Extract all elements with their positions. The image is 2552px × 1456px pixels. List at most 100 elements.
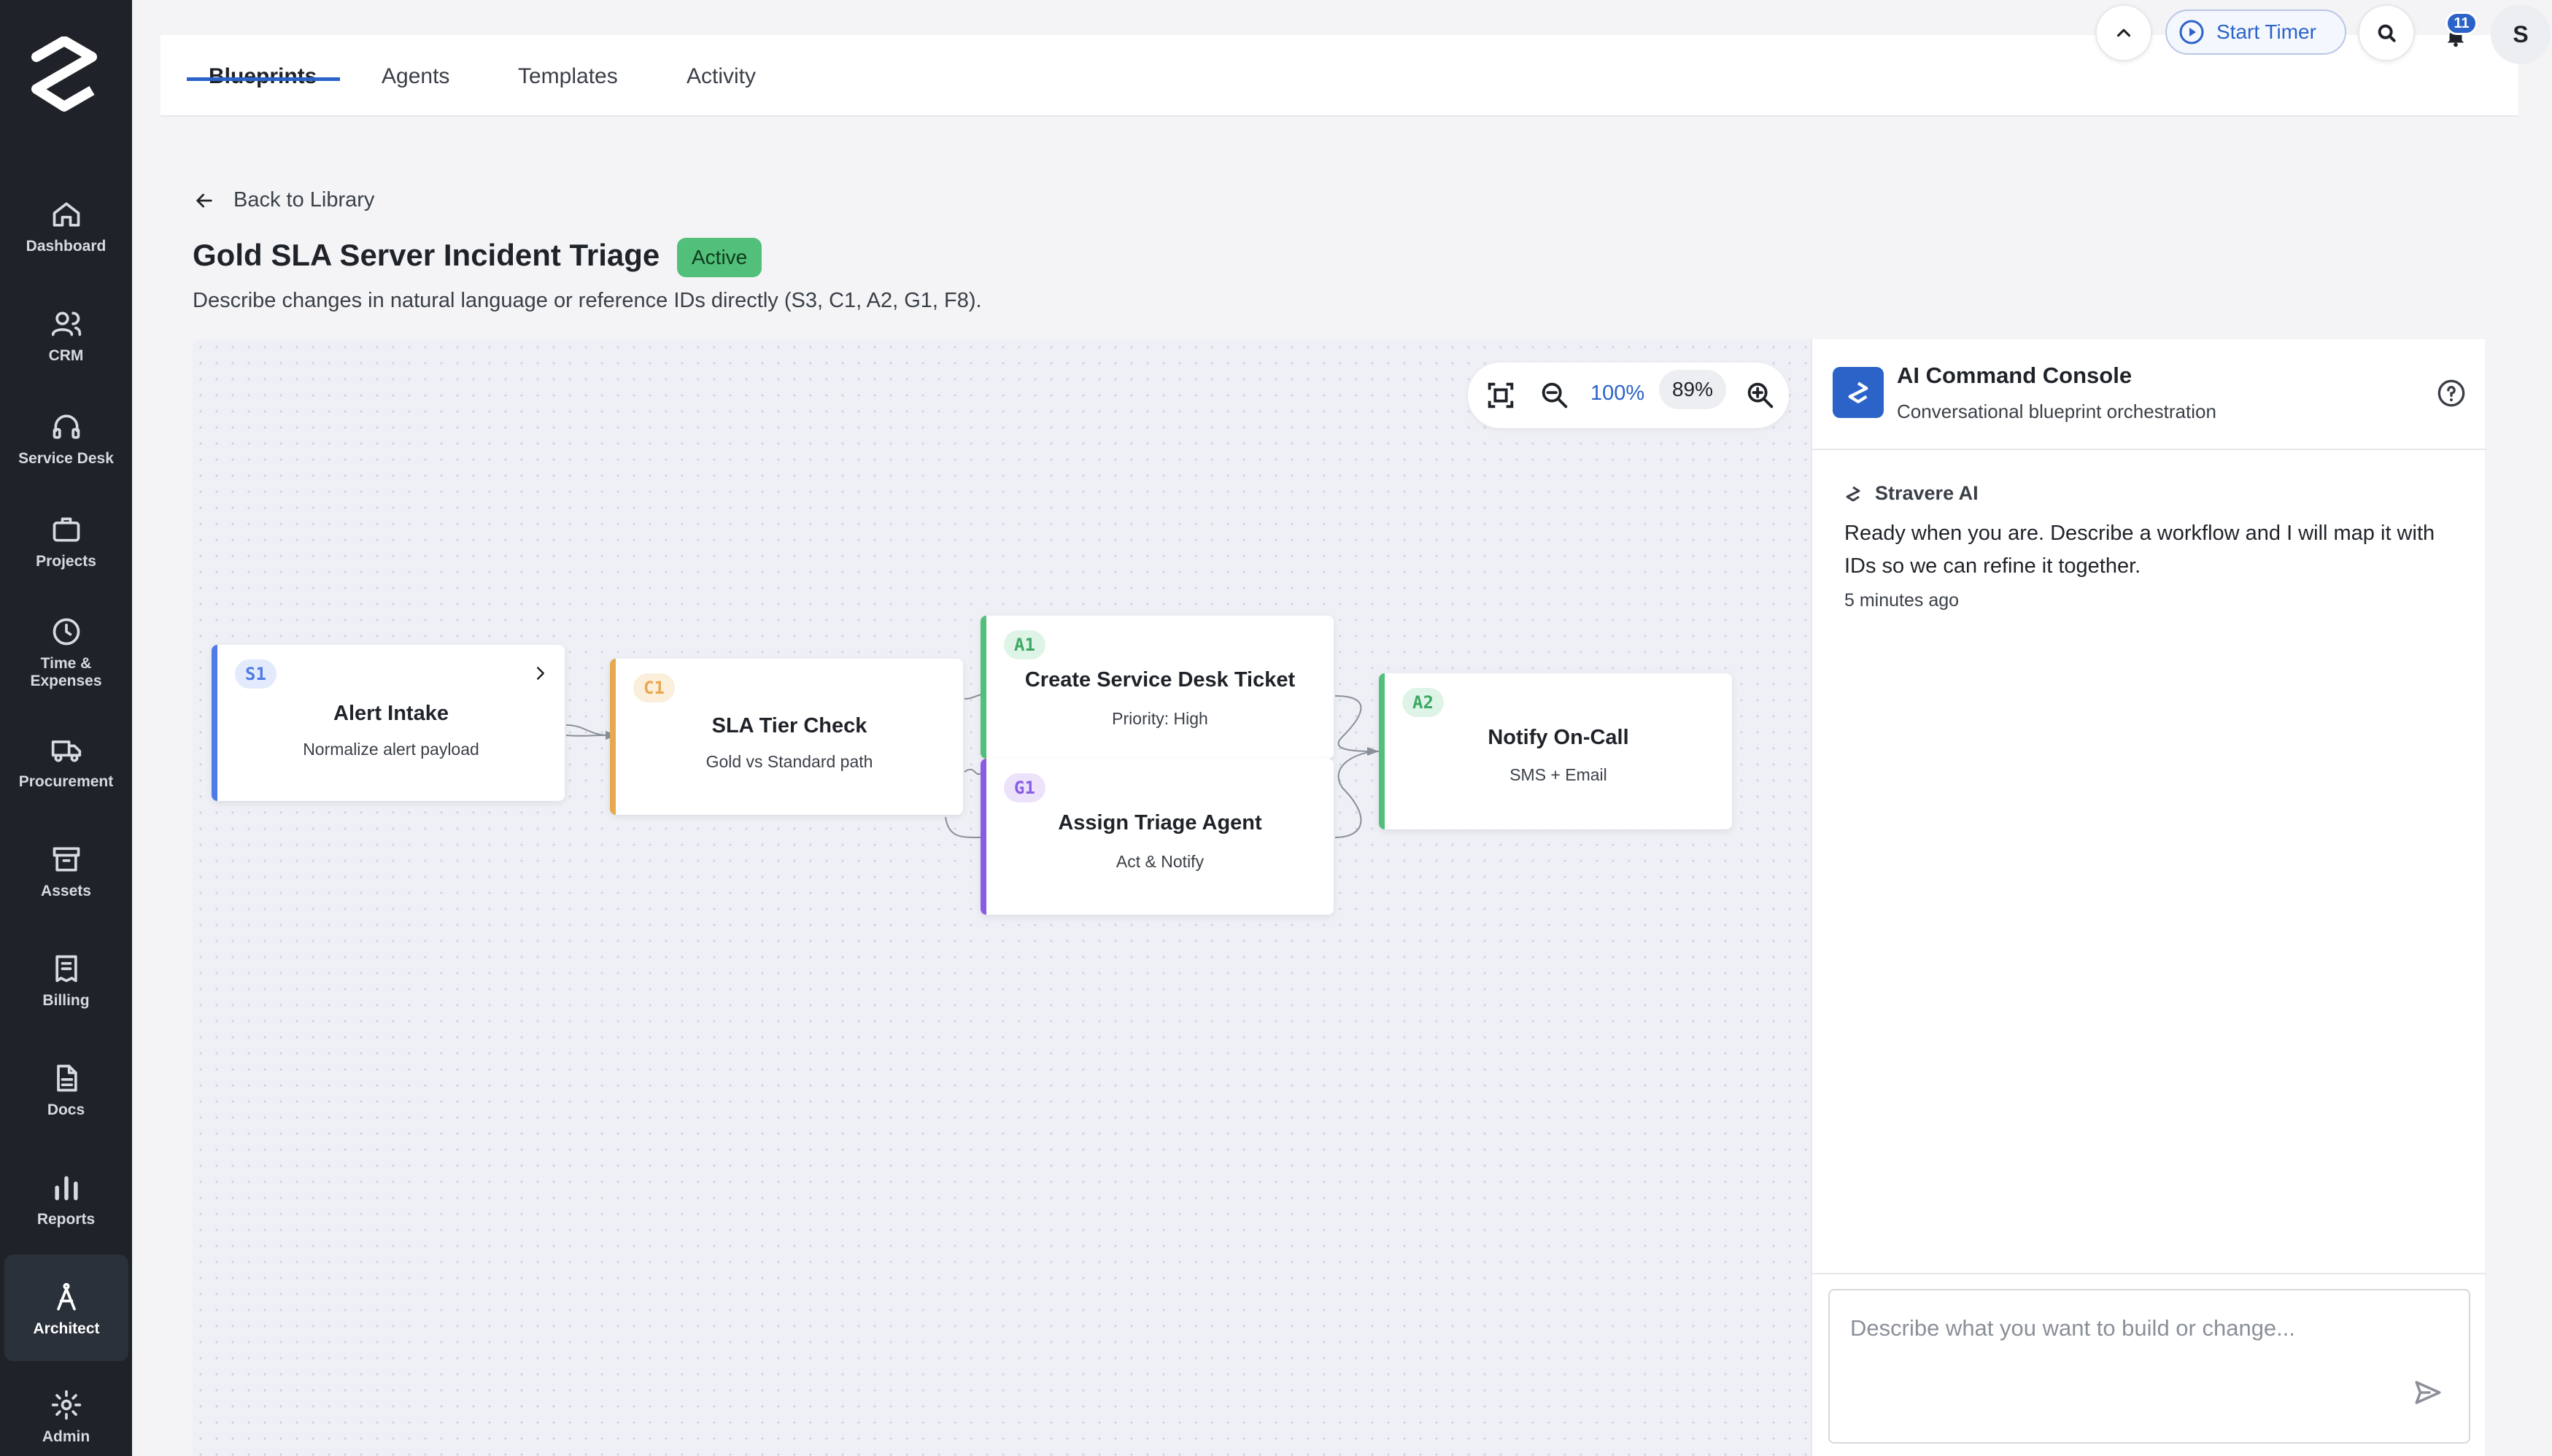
workflow-node[interactable]: G1 Assign Triage Agent Act & Notify	[981, 759, 1334, 915]
sidebar-item-label: Service Desk	[18, 450, 114, 467]
zoom-level: 100%	[1590, 382, 1645, 405]
ai-command-console: AI Command Console Conversational bluepr…	[1811, 339, 2486, 1456]
sidebar-item-label: Time & Expenses	[30, 655, 102, 689]
status-badge: Active	[677, 238, 762, 277]
send-button[interactable]	[2406, 1371, 2450, 1414]
sidebar-item-procurement[interactable]: Procurement	[0, 734, 132, 843]
start-timer-button[interactable]: Start Timer	[2165, 9, 2346, 55]
app-logo-icon[interactable]	[28, 36, 101, 112]
sidebar-item-label: Admin	[42, 1428, 90, 1445]
back-link-label: Back to Library	[233, 188, 375, 212]
message-timestamp: 5 minutes ago	[1844, 590, 1960, 611]
page-title: Gold SLA Server Incident Triage	[193, 238, 660, 272]
sidebar-item-docs[interactable]: Docs	[0, 1062, 132, 1172]
node-subtitle: Priority: High	[1112, 709, 1208, 728]
tab-agents[interactable]: Agents	[382, 64, 449, 89]
play-circle-icon	[2179, 20, 2204, 44]
workflow-node[interactable]: A1 Create Service Desk Ticket Priority: …	[981, 616, 1334, 759]
sidebar: Dashboard CRM Service Desk Projects Time…	[0, 0, 132, 1456]
home-icon	[53, 202, 80, 227]
prompt-input[interactable]	[1850, 1315, 2405, 1359]
arrow-left-icon	[196, 193, 212, 207]
tab-activity[interactable]: Activity	[687, 64, 756, 89]
node-id-badge: G1	[1004, 773, 1045, 802]
gear-icon	[51, 1390, 81, 1420]
notification-count-badge: 11	[2445, 12, 2478, 35]
page-subtitle: Describe changes in natural language or …	[193, 289, 982, 312]
compass-icon	[57, 1282, 76, 1311]
console-logo-icon	[1833, 367, 1884, 418]
chevron-right-icon[interactable]	[530, 662, 552, 684]
message-text: Ready when you are. Describe a workflow …	[1844, 522, 2435, 578]
node-title: Assign Triage Agent	[1058, 811, 1262, 835]
back-to-library-link[interactable]: Back to Library	[193, 188, 374, 212]
fit-to-screen-icon[interactable]	[1484, 379, 1517, 412]
node-title: Create Service Desk Ticket	[1024, 668, 1296, 692]
document-icon	[56, 1064, 77, 1092]
active-tab-indicator	[187, 77, 340, 81]
tab-bar: Blueprints Agents Templates Activity	[161, 35, 2518, 117]
node-title: Notify On-Call	[1488, 726, 1629, 749]
sidebar-item-crm[interactable]: CRM	[0, 308, 132, 417]
chevron-up-icon	[2116, 28, 2131, 37]
node-subtitle: SMS + Email	[1509, 765, 1607, 784]
start-timer-label: Start Timer	[2216, 20, 2316, 43]
message-composer	[1828, 1289, 2470, 1444]
sidebar-item-label: Projects	[36, 553, 96, 570]
search-icon	[2378, 24, 2396, 42]
stravere-logo-icon	[1846, 486, 1860, 501]
sidebar-item-label: Architect	[33, 1320, 100, 1337]
zoom-in-icon[interactable]	[1744, 379, 1777, 412]
node-subtitle: Normalize alert payload	[303, 740, 479, 759]
console-header: AI Command Console Conversational bluepr…	[1812, 339, 2486, 450]
sidebar-item-label: Billing	[42, 992, 90, 1009]
node-title: SLA Tier Check	[711, 714, 867, 737]
sidebar-item-label: Assets	[41, 883, 91, 899]
zoom-out-icon[interactable]	[1538, 379, 1571, 412]
avatar[interactable]: S	[2491, 4, 2551, 64]
bar-chart-icon	[54, 1176, 78, 1201]
sidebar-item-label: Docs	[47, 1101, 85, 1118]
composer-divider	[1812, 1273, 2486, 1274]
tab-blueprints[interactable]: Blueprints	[209, 64, 317, 89]
console-subtitle: Conversational blueprint orchestration	[1897, 400, 2216, 422]
sidebar-item-architect[interactable]: Architect	[4, 1255, 128, 1361]
node-title: Alert Intake	[333, 702, 449, 725]
sidebar-item-label: Dashboard	[26, 238, 107, 255]
node-id-badge: A1	[1004, 630, 1045, 659]
sidebar-item-assets[interactable]: Assets	[0, 843, 132, 953]
node-subtitle: Act & Notify	[1115, 852, 1205, 871]
workflow-node[interactable]: A2 Notify On-Call SMS + Email	[1379, 673, 1732, 829]
sidebar-item-admin[interactable]: Admin	[0, 1389, 132, 1456]
users-icon	[51, 311, 81, 336]
tab-templates[interactable]: Templates	[518, 64, 618, 89]
sidebar-item-label: CRM	[48, 347, 84, 364]
sidebar-item-billing[interactable]: Billing	[0, 953, 132, 1062]
help-icon[interactable]	[2437, 379, 2466, 408]
headset-icon	[53, 414, 80, 439]
truck-icon	[51, 740, 81, 762]
workflow-node[interactable]: C1 SLA Tier Check Gold vs Standard path	[610, 659, 963, 815]
sidebar-item-time-expenses[interactable]: Time & Expenses	[0, 616, 132, 725]
collapse-button[interactable]	[2095, 4, 2152, 61]
sidebar-item-projects[interactable]: Projects	[0, 514, 132, 623]
archive-icon	[53, 847, 80, 872]
briefcase-icon	[53, 517, 80, 542]
send-icon	[2415, 1381, 2441, 1404]
sidebar-item-service-desk[interactable]: Service Desk	[0, 411, 132, 520]
console-title: AI Command Console	[1897, 363, 2133, 388]
sidebar-item-dashboard[interactable]: Dashboard	[0, 198, 132, 308]
node-id-badge: C1	[633, 673, 675, 702]
node-subtitle: Gold vs Standard path	[705, 752, 873, 771]
sidebar-item-label: Procurement	[18, 773, 114, 790]
node-id-badge: S1	[235, 659, 277, 689]
zoom-controls: 100% 89%	[1468, 363, 1789, 428]
zoom-percentage-pill: 89%	[1659, 370, 1726, 409]
message-author-name: Stravere AI	[1875, 482, 1979, 504]
search-button[interactable]	[2358, 4, 2415, 61]
sidebar-item-label: Reports	[36, 1211, 96, 1228]
receipt-icon	[55, 955, 77, 983]
node-id-badge: A2	[1402, 688, 1444, 717]
workflow-node[interactable]: S1 Alert Intake Normalize alert payload	[212, 645, 565, 801]
clock-icon	[53, 618, 80, 646]
